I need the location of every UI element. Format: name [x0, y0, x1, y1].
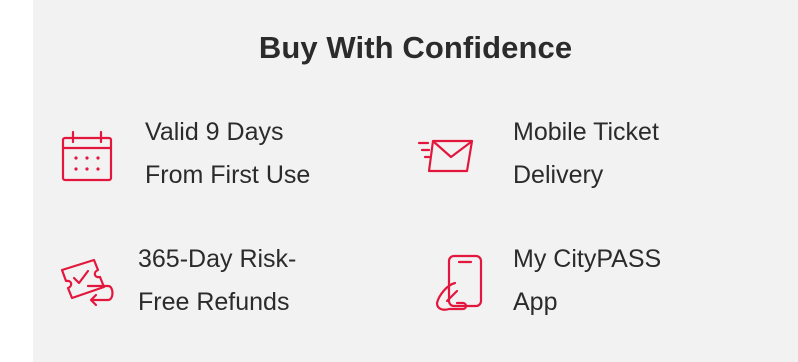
- feature-line-2: From First Use: [145, 161, 311, 189]
- feature-line-2: App: [513, 288, 558, 316]
- refund-ticket-icon: [58, 256, 118, 310]
- mail-send-icon: [417, 135, 477, 179]
- mobile-app-icon: [433, 253, 485, 315]
- calendar-icon: [60, 128, 114, 184]
- feature-line-1: My CityPASS: [513, 245, 662, 273]
- feature-line-1: Valid 9 Days: [145, 118, 284, 146]
- feature-line-2: Delivery: [513, 161, 604, 189]
- section-title: Buy With Confidence: [258, 30, 573, 65]
- buy-with-confidence-panel: Buy With Confidence Valid 9 Days From Fi…: [33, 0, 798, 362]
- feature-line-1: 365-Day Risk-: [138, 245, 297, 273]
- feature-line-1: Mobile Ticket: [513, 118, 659, 146]
- feature-line-2: Free Refunds: [138, 288, 290, 316]
